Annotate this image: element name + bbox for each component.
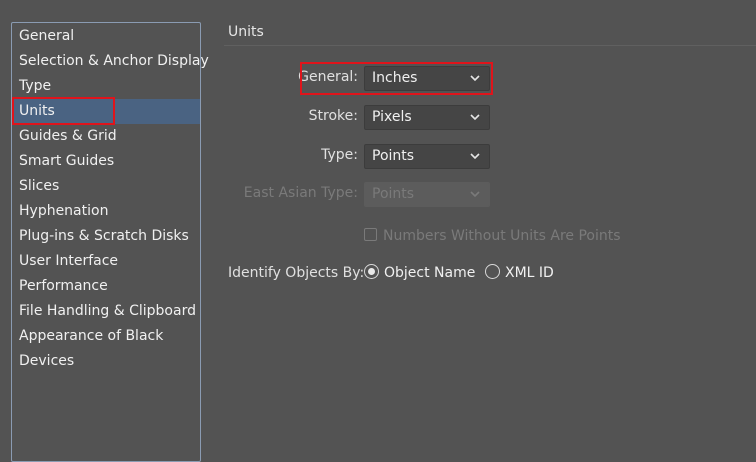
chevron-down-icon	[470, 114, 480, 121]
chevron-down-icon	[470, 153, 480, 160]
east-asian-type-dropdown: Points	[364, 182, 490, 207]
numbers-without-units-row: Numbers Without Units Are Points	[364, 228, 621, 246]
preferences-sidebar: General Selection & Anchor Display Type …	[11, 22, 209, 462]
radio-xml-id-label: XML ID	[505, 265, 554, 281]
sidebar-item-guides-grid[interactable]: Guides & Grid	[12, 124, 200, 149]
stroke-units-value: Pixels	[372, 109, 412, 125]
general-units-label: General:	[298, 69, 358, 85]
east-asian-type-label: East Asian Type:	[243, 185, 358, 201]
sidebar-item-appearance-of-black[interactable]: Appearance of Black	[12, 324, 200, 349]
sidebar-item-slices[interactable]: Slices	[12, 174, 200, 199]
chevron-down-icon	[470, 75, 480, 82]
general-units-value: Inches	[372, 70, 418, 86]
sidebar-item-selection-anchor-display[interactable]: Selection & Anchor Display	[12, 49, 209, 74]
sidebar-item-performance[interactable]: Performance	[12, 274, 200, 299]
sidebar-item-devices[interactable]: Devices	[12, 349, 200, 374]
radio-xml-id[interactable]: XML ID	[485, 264, 554, 281]
sidebar-item-hyphenation[interactable]: Hyphenation	[12, 199, 200, 224]
radio-button-unchecked-icon[interactable]	[485, 264, 500, 279]
sidebar-item-plugins-scratch-disks[interactable]: Plug-ins & Scratch Disks	[12, 224, 200, 249]
chevron-down-icon	[470, 191, 480, 198]
type-units-dropdown[interactable]: Points	[364, 144, 490, 169]
stroke-units-dropdown[interactable]: Pixels	[364, 105, 490, 130]
east-asian-type-value: Points	[372, 186, 415, 202]
section-title: Units	[228, 24, 264, 40]
sidebar-item-units[interactable]: Units	[12, 99, 200, 124]
stroke-units-label: Stroke:	[308, 108, 358, 124]
radio-object-name-label: Object Name	[384, 265, 476, 281]
radio-object-name[interactable]: Object Name	[364, 264, 475, 281]
type-units-label: Type:	[321, 147, 358, 163]
identify-objects-label: Identify Objects By:	[228, 265, 365, 281]
sidebar-item-user-interface[interactable]: User Interface	[12, 249, 200, 274]
section-divider	[224, 45, 756, 46]
numbers-without-units-label: Numbers Without Units Are Points	[383, 228, 621, 244]
sidebar-item-general[interactable]: General	[12, 24, 200, 49]
general-units-dropdown[interactable]: Inches	[364, 66, 490, 91]
sidebar-item-type[interactable]: Type	[12, 74, 200, 99]
numbers-without-units-checkbox	[364, 228, 377, 241]
sidebar-item-smart-guides[interactable]: Smart Guides	[12, 149, 200, 174]
radio-button-checked-icon[interactable]	[364, 264, 379, 279]
type-units-value: Points	[372, 148, 415, 164]
sidebar-item-file-handling-clipboard[interactable]: File Handling & Clipboard	[12, 299, 200, 324]
